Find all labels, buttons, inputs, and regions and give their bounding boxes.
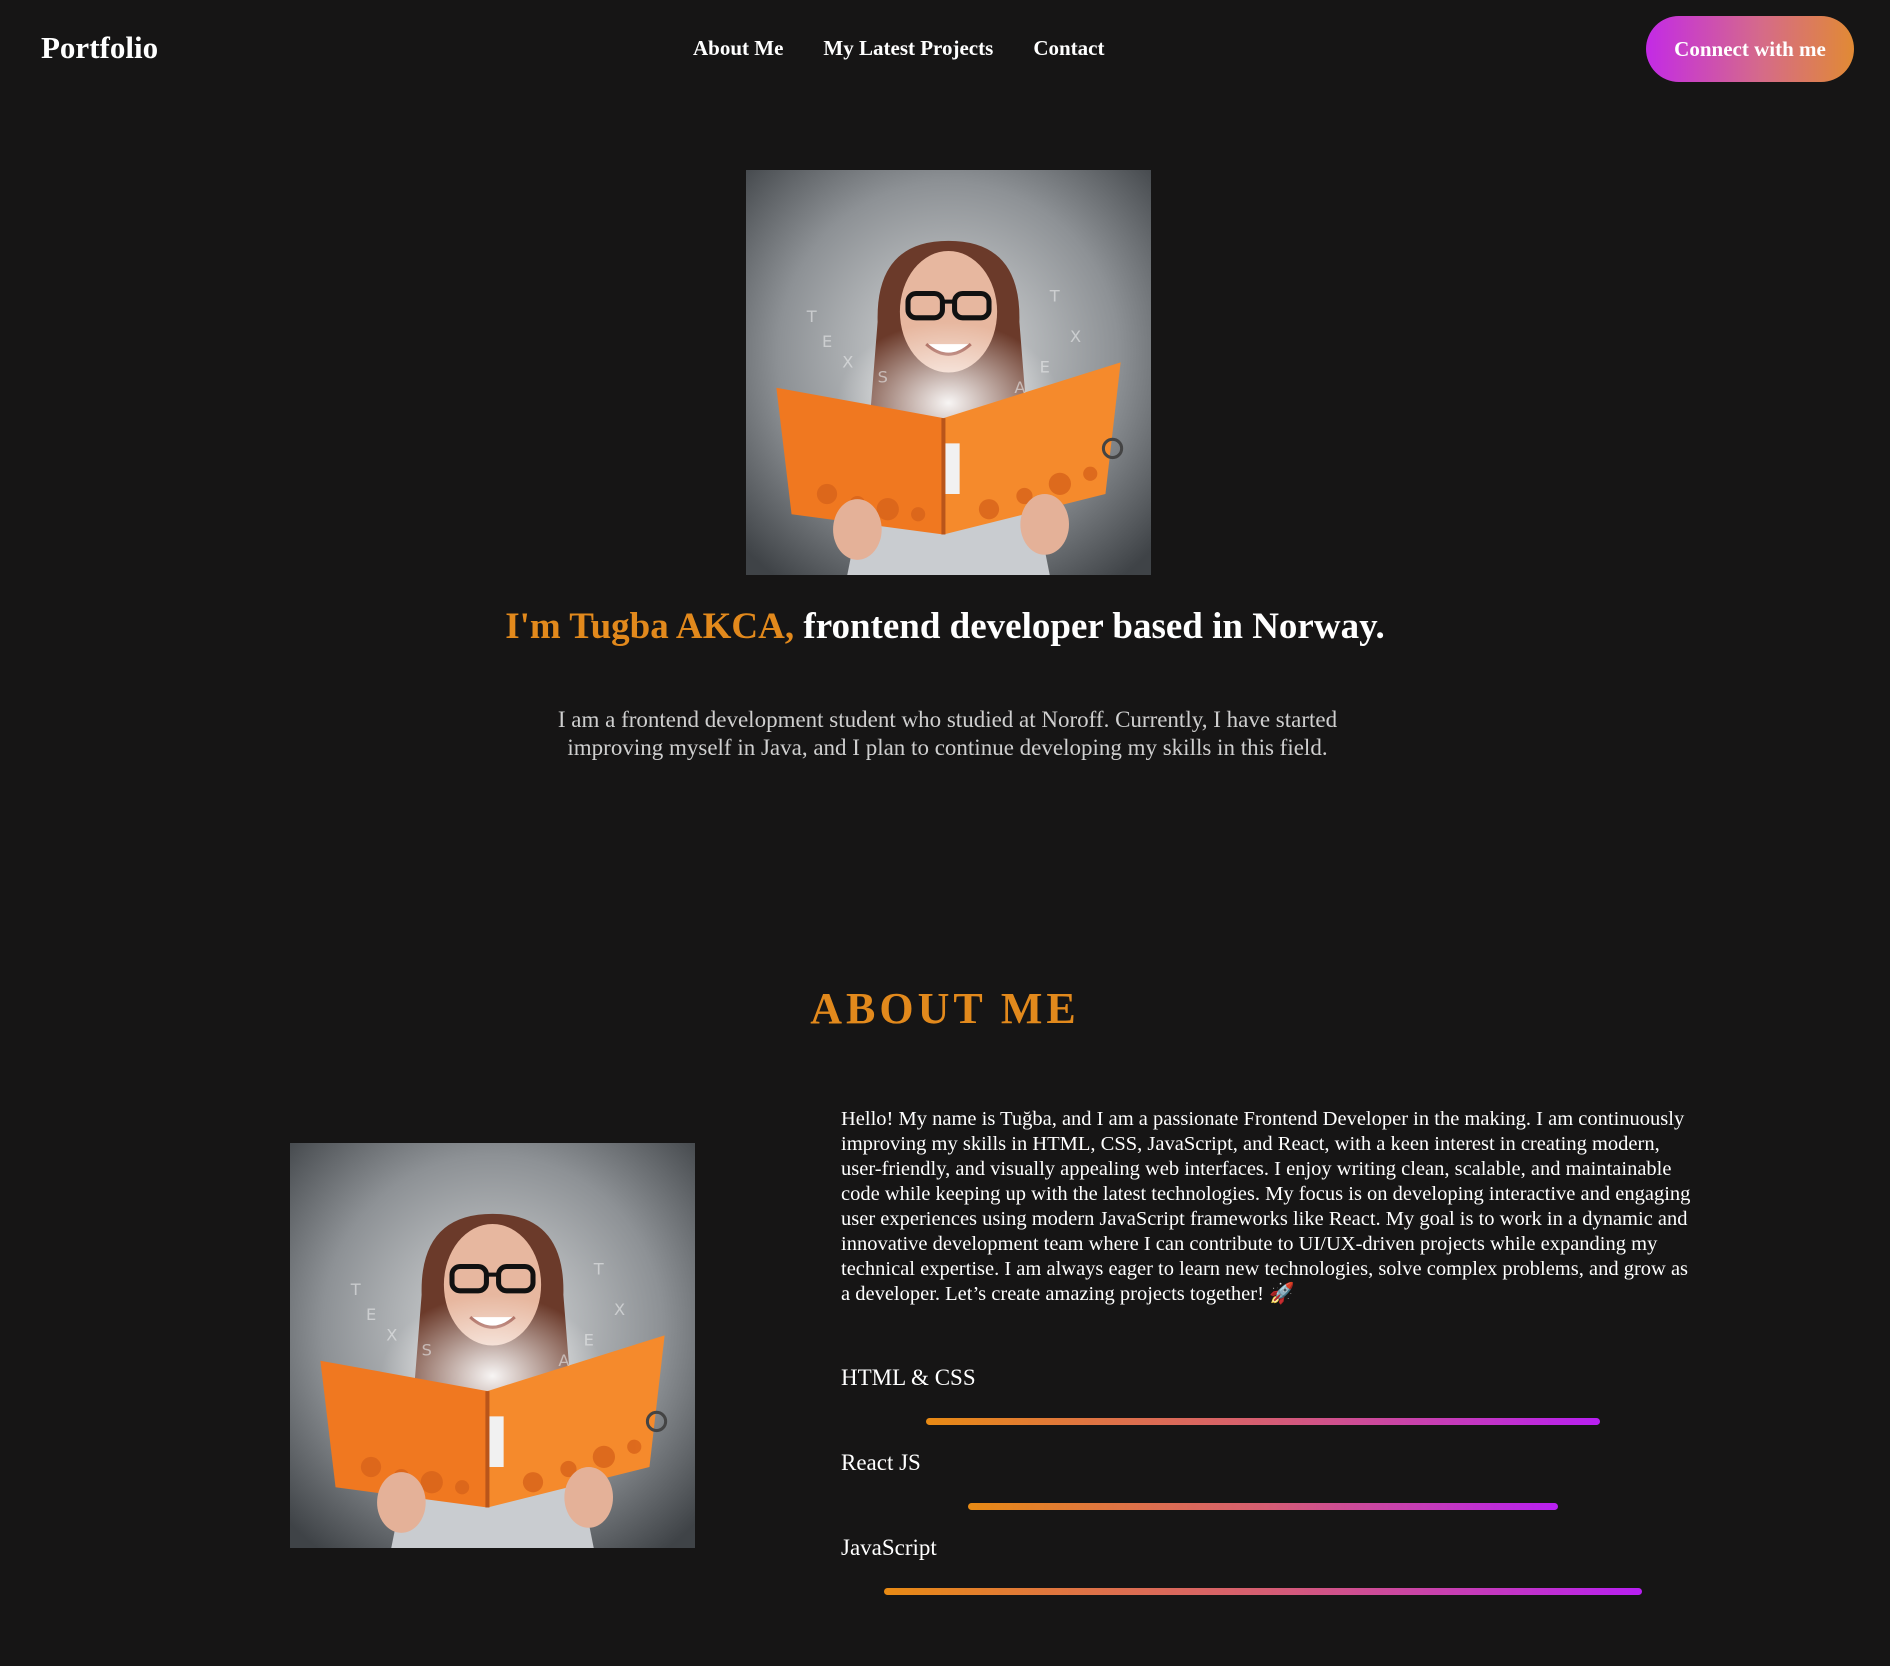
svg-text:X: X xyxy=(614,1300,625,1319)
nav-link-about-me[interactable]: About Me xyxy=(693,36,783,61)
skill-label-react-js: React JS xyxy=(841,1450,921,1475)
skill-label-html-css: HTML & CSS xyxy=(841,1365,976,1390)
svg-text:T: T xyxy=(1049,287,1060,306)
nav-links: About Me My Latest Projects Contact xyxy=(693,36,1104,61)
hero-title-role: frontend developer based in Norway. xyxy=(794,606,1385,647)
svg-text:S: S xyxy=(422,1341,432,1360)
svg-text:E: E xyxy=(822,332,832,351)
svg-text:X: X xyxy=(842,352,853,371)
svg-text:A: A xyxy=(1014,378,1025,397)
hero-title-name: I'm Tugba AKCA, xyxy=(505,606,795,647)
svg-text:X: X xyxy=(386,1325,397,1344)
portrait-illustration: TEX TXE SA xyxy=(746,170,1151,575)
about-me-text: Hello! My name is Tuğba, and I am a pass… xyxy=(841,1108,1691,1305)
about-me-heading: ABOUT ME xyxy=(810,984,1080,1033)
brand-logo[interactable]: Portfolio xyxy=(41,30,158,66)
nav-link-latest-projects[interactable]: My Latest Projects xyxy=(823,36,993,61)
svg-text:E: E xyxy=(1040,358,1050,377)
svg-text:T: T xyxy=(806,307,817,326)
hero-title: I'm Tugba AKCA, frontend developer based… xyxy=(0,605,1890,648)
skill-bar-react-js xyxy=(968,1503,1558,1510)
svg-text:E: E xyxy=(366,1305,376,1324)
svg-text:T: T xyxy=(593,1260,604,1279)
hero-portrait-image: TEX TXE SA xyxy=(746,170,1151,575)
portfolio-page: Portfolio About Me My Latest Projects Co… xyxy=(0,0,1890,1666)
skill-label-javascript: JavaScript xyxy=(841,1535,937,1560)
hero-description: I am a frontend development student who … xyxy=(557,707,1338,760)
svg-text:A: A xyxy=(558,1351,569,1370)
svg-text:T: T xyxy=(350,1280,361,1299)
svg-text:X: X xyxy=(1070,327,1081,346)
skill-bar-html-css xyxy=(926,1418,1600,1425)
svg-text:S: S xyxy=(878,368,888,387)
skill-bar-javascript xyxy=(884,1588,1642,1595)
nav-link-contact[interactable]: Contact xyxy=(1033,36,1104,61)
skill-track-javascript xyxy=(884,1588,1642,1595)
connect-with-me-button[interactable]: Connect with me xyxy=(1646,16,1854,82)
top-navigation: Portfolio About Me My Latest Projects Co… xyxy=(0,0,1890,98)
about-portrait-image: TEX TXE SA xyxy=(290,1143,695,1548)
skill-track-react-js xyxy=(968,1503,1558,1510)
skill-track-html-css xyxy=(926,1418,1600,1425)
svg-text:E: E xyxy=(584,1331,594,1350)
portrait-illustration: TEX TXE SA xyxy=(290,1143,695,1548)
